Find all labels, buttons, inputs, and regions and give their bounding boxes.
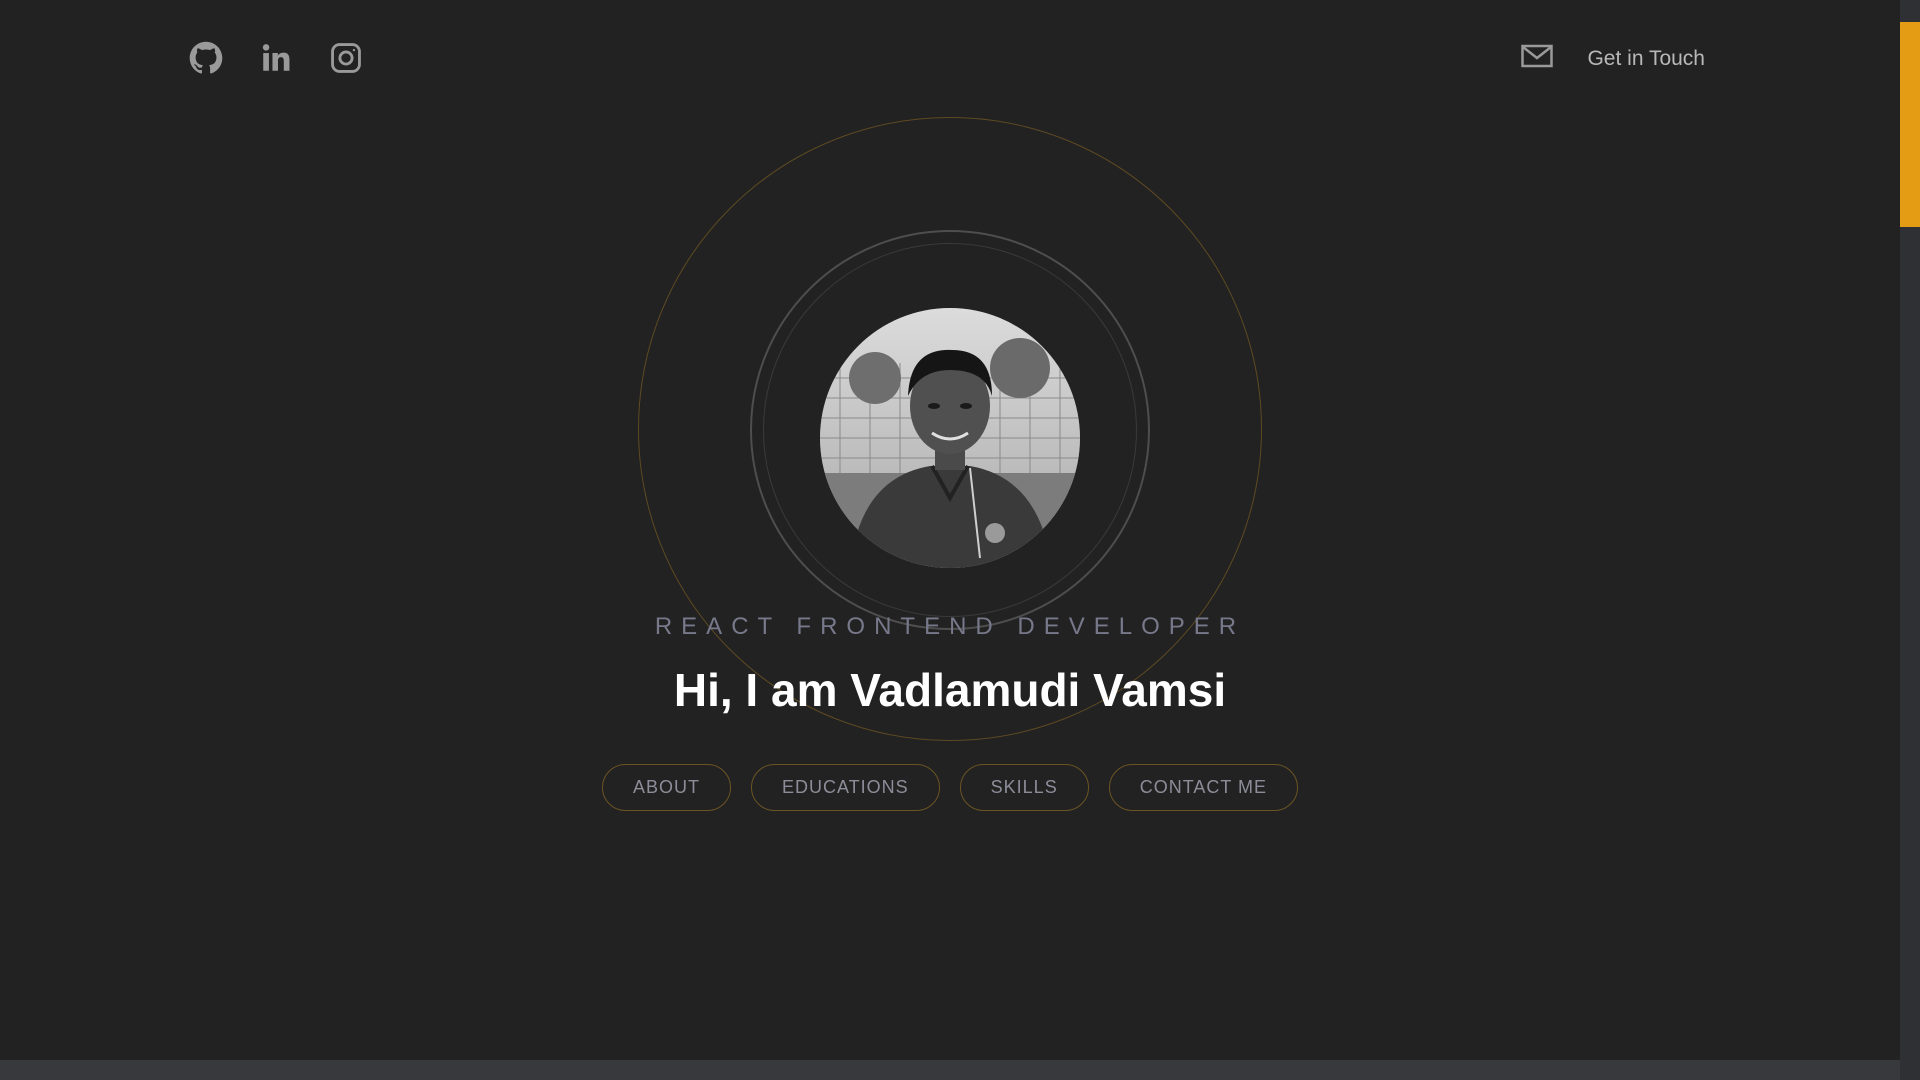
page: Get in Touch REACT FRONTEND DEVELOPER Hi… bbox=[0, 0, 1920, 1080]
linkedin-link[interactable] bbox=[256, 40, 296, 80]
social-links bbox=[186, 40, 366, 80]
vertical-scrollbar[interactable] bbox=[1900, 0, 1920, 1080]
instagram-link[interactable] bbox=[326, 40, 366, 80]
instagram-icon bbox=[329, 41, 363, 80]
get-in-touch-label: Get in Touch bbox=[1587, 46, 1705, 70]
profile-photo bbox=[820, 308, 1080, 568]
about-button[interactable]: ABOUT bbox=[601, 764, 731, 811]
skills-button[interactable]: SKILLS bbox=[959, 764, 1089, 811]
contact-me-button[interactable]: CONTACT ME bbox=[1108, 764, 1299, 811]
section-nav: ABOUT EDUCATIONS SKILLS CONTACT ME bbox=[0, 764, 1900, 811]
get-in-touch-link[interactable]: Get in Touch bbox=[1521, 44, 1705, 73]
mail-icon bbox=[1521, 44, 1554, 73]
vertical-scrollbar-thumb[interactable] bbox=[1900, 22, 1920, 227]
role-subtitle: REACT FRONTEND DEVELOPER bbox=[654, 613, 1246, 640]
educations-button[interactable]: EDUCATIONS bbox=[750, 764, 940, 811]
linkedin-icon bbox=[259, 41, 293, 80]
github-icon bbox=[189, 41, 223, 80]
greeting-heading: Hi, I am Vadlamudi Vamsi bbox=[673, 664, 1227, 716]
github-link[interactable] bbox=[186, 40, 226, 80]
horizontal-scrollbar[interactable] bbox=[0, 1060, 1900, 1080]
